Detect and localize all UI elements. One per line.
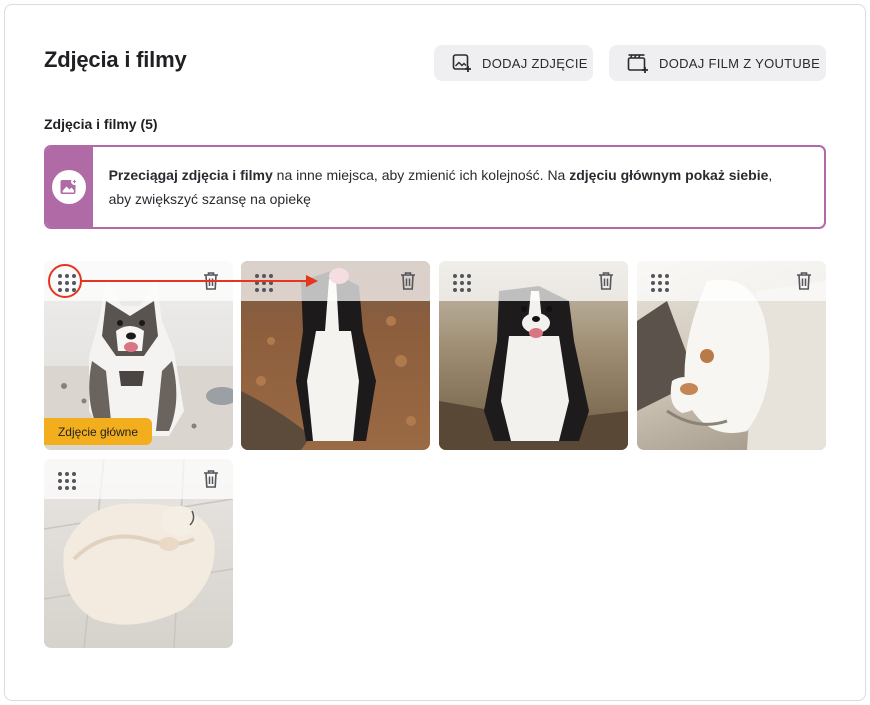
photo-tile-2[interactable] xyxy=(241,261,430,450)
section-label: Zdjęcia i filmy (5) xyxy=(44,116,158,132)
trash-icon[interactable] xyxy=(203,271,219,291)
drag-grip-icon[interactable] xyxy=(254,273,273,292)
add-youtube-film-label: DODAJ FILM Z YOUTUBE xyxy=(659,55,821,71)
info-banner: Przeciągaj zdjęcia i filmy na inne miejs… xyxy=(44,145,826,229)
photo-tile-3[interactable] xyxy=(439,261,628,450)
photo-tile-4[interactable] xyxy=(637,261,826,450)
image-plus-icon xyxy=(452,54,471,72)
info-icon-area xyxy=(46,147,93,227)
drag-grip-icon[interactable] xyxy=(452,273,471,292)
main-photo-badge: Zdjęcie główne xyxy=(44,418,152,445)
page-title: Zdjęcia i filmy xyxy=(44,47,187,72)
photo-tile-5[interactable] xyxy=(44,459,233,648)
drag-grip-icon[interactable] xyxy=(57,471,76,490)
trash-icon[interactable] xyxy=(598,271,614,291)
info-text: Przeciągaj zdjęcia i filmy na inne miejs… xyxy=(93,147,824,227)
info-text-bold-1: Przeciągaj zdjęcia i filmy xyxy=(108,167,273,183)
photo-tile-1[interactable]: Zdjęcie główne xyxy=(44,261,233,450)
trash-icon[interactable] xyxy=(796,271,812,291)
info-text-2: na inne miejsca, aby zmienić ich kolejno… xyxy=(272,167,570,183)
add-youtube-film-button[interactable]: DODAJ FILM Z YOUTUBE xyxy=(609,45,826,81)
add-photo-label: DODAJ ZDJĘCIE xyxy=(482,55,588,71)
trash-icon[interactable] xyxy=(203,469,219,489)
trash-icon[interactable] xyxy=(400,271,416,291)
drag-grip-icon[interactable] xyxy=(57,273,76,292)
drag-grip-icon[interactable] xyxy=(650,273,669,292)
image-sparkle-icon xyxy=(52,170,87,204)
film-plus-icon xyxy=(627,54,648,73)
info-text-bold-2: zdjęciu głównym pokaż siebie xyxy=(569,167,769,183)
add-photo-button[interactable]: DODAJ ZDJĘCIE xyxy=(434,45,593,81)
